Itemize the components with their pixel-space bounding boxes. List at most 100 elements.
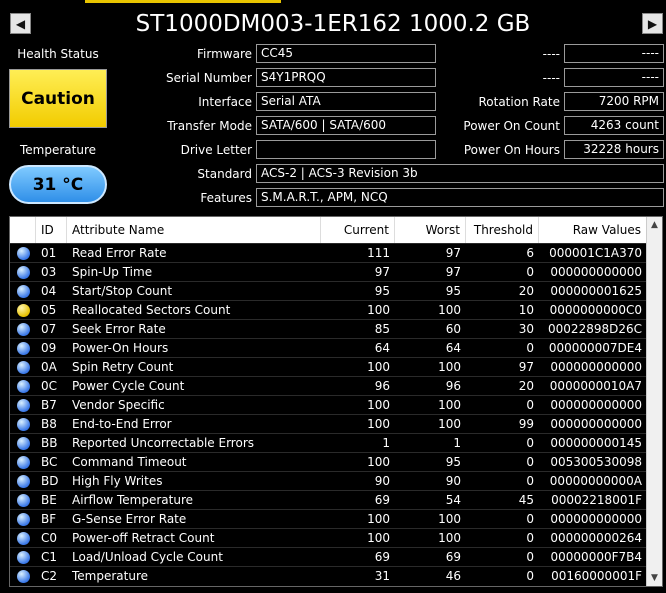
attribute-id: C2	[41, 569, 58, 583]
status-good-icon	[16, 474, 30, 488]
table-row[interactable]: 09 Power-On Hours 64 64 0 000000007DE4	[10, 338, 647, 357]
status-cell	[10, 548, 36, 566]
worst-value: 60	[445, 322, 461, 336]
status-cell	[10, 434, 36, 452]
table-row[interactable]: BF G-Sense Error Rate 100 100 0 000000000000	[10, 509, 647, 528]
threshold-value: 45	[518, 493, 534, 507]
table-row[interactable]: 03 Spin-Up Time 97 97 0 000000000000	[10, 262, 647, 281]
table-row[interactable]: 01 Read Error Rate 111 97 6 000001C1A370	[10, 243, 647, 262]
attribute-id: 0A	[41, 360, 57, 374]
firmware-value: CC45	[256, 44, 436, 63]
status-cell	[10, 510, 36, 528]
temperature-badge[interactable]: 31 °C	[9, 165, 107, 204]
status-good-icon	[16, 455, 30, 469]
raw-value: 000000000000	[550, 265, 642, 279]
raw-value: 00002218001F	[551, 493, 642, 507]
attribute-id: 03	[41, 265, 57, 279]
raw-value: 000000001625	[550, 284, 642, 298]
status-good-icon	[16, 246, 30, 260]
serial-number-value: S4Y1PRQQ	[256, 68, 436, 87]
smart-attributes-table[interactable]: ID Attribute Name Current Worst Threshol…	[9, 216, 663, 587]
attribute-name: Power-off Retract Count	[72, 531, 215, 545]
status-good-icon	[16, 550, 30, 564]
header-raw-values[interactable]: Raw Values	[539, 217, 647, 243]
attribute-id: 04	[41, 284, 57, 298]
table-row[interactable]: C0 Power-off Retract Count 100 100 0 00000000…	[10, 528, 647, 547]
raw-value: 000001C1A370	[549, 246, 642, 260]
attribute-name: Power Cycle Count	[72, 379, 185, 393]
table-row[interactable]: B7 Vendor Specific 100 100 0 000000000000	[10, 395, 647, 414]
worst-value: 64	[445, 341, 461, 355]
attribute-name: End-to-End Error	[72, 417, 172, 431]
status-caution-icon	[16, 303, 30, 317]
header-current[interactable]: Current	[321, 217, 395, 243]
table-row[interactable]: C1 Load/Unload Cycle Count 69 69 0 00000000F7…	[10, 547, 647, 566]
raw-value: 0000000010A7	[549, 379, 642, 393]
standard-label: Standard	[197, 167, 252, 181]
current-value: 100	[367, 531, 390, 545]
worst-value: 54	[445, 493, 461, 507]
table-row[interactable]: 07 Seek Error Rate 85 60 30 00022898D26C	[10, 319, 647, 338]
raw-value: 000000000000	[550, 417, 642, 431]
attribute-name: Airflow Temperature	[72, 493, 194, 507]
header-worst[interactable]: Worst	[395, 217, 466, 243]
attribute-id: BE	[41, 493, 57, 507]
table-body: 01 Read Error Rate 111 97 6 000001C1A370 03 Spi…	[10, 243, 647, 585]
power-on-hours-value: 32228 hours	[564, 140, 664, 159]
table-row[interactable]: 0A Spin Retry Count 100 100 97 000000000000	[10, 357, 647, 376]
header-threshold[interactable]: Threshold	[466, 217, 539, 243]
raw-value: 005300530098	[550, 455, 642, 469]
standard-value: ACS-2 | ACS-3 Revision 3b	[256, 164, 664, 183]
rotation-rate-value: 7200 RPM	[564, 92, 664, 111]
worst-value: 95	[445, 284, 461, 298]
raw-value: 000000000000	[550, 512, 642, 526]
threshold-value: 0	[526, 455, 534, 469]
firmware-label: Firmware	[197, 47, 252, 61]
raw-value: 000000000000	[550, 398, 642, 412]
status-good-icon	[16, 322, 30, 336]
attribute-id: 0C	[41, 379, 58, 393]
current-value: 90	[374, 474, 390, 488]
unused-value-2: ----	[564, 68, 664, 87]
worst-value: 100	[438, 531, 461, 545]
scroll-up-icon[interactable]: ▲	[647, 217, 662, 233]
previous-drive-button[interactable]: ◀	[10, 13, 31, 34]
table-row[interactable]: 04 Start/Stop Count 95 95 20 000000001625	[10, 281, 647, 300]
scroll-down-icon[interactable]: ▼	[647, 570, 662, 586]
next-drive-button[interactable]: ▶	[642, 13, 663, 34]
interface-label: Interface	[198, 95, 252, 109]
unused-value-1: ----	[564, 44, 664, 63]
table-row[interactable]: BC Command Timeout 100 95 0 005300530098	[10, 452, 647, 471]
status-cell	[10, 415, 36, 433]
table-row[interactable]: 0C Power Cycle Count 96 96 20 0000000010A7	[10, 376, 647, 395]
attribute-name: Temperature	[72, 569, 149, 583]
health-status-badge[interactable]: Caution	[9, 69, 107, 128]
table-row[interactable]: C2 Temperature 31 46 0 00160000001F	[10, 566, 647, 585]
status-good-icon	[16, 360, 30, 374]
attribute-name: Power-On Hours	[72, 341, 169, 355]
table-row[interactable]: 05 Reallocated Sectors Count 100 100 10 00000…	[10, 300, 647, 319]
header-attribute-name[interactable]: Attribute Name	[67, 217, 321, 243]
raw-value: 000000000000	[550, 360, 642, 374]
raw-value: 00000000000A	[549, 474, 642, 488]
attribute-id: C0	[41, 531, 58, 545]
header-id[interactable]: ID	[36, 217, 67, 243]
threshold-value: 97	[518, 360, 534, 374]
table-row[interactable]: BD High Fly Writes 90 90 0 00000000000A	[10, 471, 647, 490]
header-status[interactable]	[10, 217, 36, 243]
drive-letter-value	[256, 140, 436, 159]
status-cell	[10, 529, 36, 547]
table-row[interactable]: B8 End-to-End Error 100 100 99 000000000000	[10, 414, 647, 433]
table-row[interactable]: BB Reported Uncorrectable Errors 1 1 0 000000…	[10, 433, 647, 452]
threshold-value: 20	[518, 379, 534, 393]
attribute-name: Read Error Rate	[72, 246, 167, 260]
current-value: 69	[374, 493, 390, 507]
health-status-label: Health Status	[17, 47, 99, 61]
rotation-rate-label: Rotation Rate	[478, 95, 560, 109]
table-row[interactable]: BE Airflow Temperature 69 54 45 00002218001F	[10, 490, 647, 509]
vertical-scrollbar[interactable]: ▲ ▼	[646, 217, 662, 586]
status-good-icon	[16, 379, 30, 393]
threshold-value: 0	[526, 341, 534, 355]
current-value: 64	[374, 341, 390, 355]
worst-value: 100	[438, 512, 461, 526]
